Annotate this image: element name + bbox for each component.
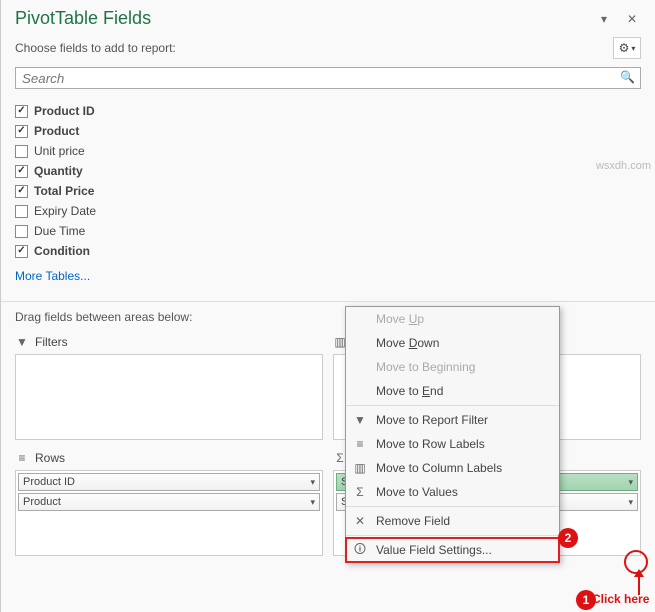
search-input[interactable] bbox=[15, 67, 641, 89]
field-label: Unit price bbox=[34, 144, 85, 158]
checkbox[interactable] bbox=[15, 125, 28, 138]
close-icon[interactable]: ✕ bbox=[623, 10, 641, 28]
menu-move-beginning: Move to Beginning bbox=[346, 355, 559, 379]
field-row[interactable]: Expiry Date bbox=[15, 201, 641, 221]
pill-label: Product bbox=[23, 496, 61, 508]
menu-to-row-labels[interactable]: ≡ Move to Row Labels bbox=[346, 432, 559, 456]
field-row[interactable]: Product ID bbox=[15, 101, 641, 121]
field-label: Quantity bbox=[34, 164, 83, 178]
menu-label: Move Down bbox=[376, 336, 439, 350]
menu-label: Move to Values bbox=[376, 485, 458, 499]
menu-label: Move to Row Labels bbox=[376, 437, 485, 451]
menu-label: Value Field Settings... bbox=[376, 543, 492, 557]
menu-separator bbox=[346, 506, 559, 507]
field-list: Product ID Product Unit price Quantity T… bbox=[1, 95, 655, 263]
field-row[interactable]: Total Price bbox=[15, 181, 641, 201]
context-menu: Move Up Move Down Move to Beginning Move… bbox=[345, 306, 560, 563]
more-tables-link[interactable]: More Tables... bbox=[1, 263, 655, 293]
row-pill[interactable]: Product ID ▾ bbox=[18, 473, 320, 491]
menu-remove-field[interactable]: ✕ Remove Field bbox=[346, 509, 559, 533]
close-icon: ✕ bbox=[352, 514, 368, 528]
checkbox[interactable] bbox=[15, 145, 28, 158]
columns-icon: ▥ bbox=[352, 461, 368, 475]
menu-value-field-settings[interactable]: 🛈 Value Field Settings... bbox=[346, 538, 559, 562]
choose-fields-label: Choose fields to add to report: bbox=[15, 41, 613, 55]
pill-label: Product ID bbox=[23, 476, 75, 488]
area-label: Filters bbox=[35, 335, 68, 349]
field-label: Product ID bbox=[34, 104, 95, 118]
menu-label: Move to Beginning bbox=[376, 360, 475, 374]
menu-label: Move to Column Labels bbox=[376, 461, 502, 475]
field-row[interactable]: Product bbox=[15, 121, 641, 141]
field-row[interactable]: Condition bbox=[15, 241, 641, 261]
chevron-down-icon[interactable]: ▾ bbox=[310, 497, 315, 508]
checkbox[interactable] bbox=[15, 225, 28, 238]
filters-box[interactable] bbox=[15, 354, 323, 440]
field-label: Condition bbox=[34, 244, 90, 258]
checkbox[interactable] bbox=[15, 165, 28, 178]
menu-separator bbox=[346, 405, 559, 406]
chevron-down-icon[interactable]: ▾ bbox=[595, 10, 613, 28]
checkbox[interactable] bbox=[15, 205, 28, 218]
field-label: Expiry Date bbox=[34, 204, 96, 218]
filters-area: ▼ Filters bbox=[15, 330, 323, 440]
annotation-click-here: Click here bbox=[592, 592, 649, 606]
field-label: Product bbox=[34, 124, 79, 138]
annotation-badge-2: 2 bbox=[558, 528, 578, 548]
checkbox[interactable] bbox=[15, 185, 28, 198]
menu-move-end[interactable]: Move to End bbox=[346, 379, 559, 403]
search-icon: 🔍 bbox=[620, 70, 635, 84]
menu-to-report-filter[interactable]: ▼ Move to Report Filter bbox=[346, 408, 559, 432]
rows-area: ≡ Rows Product ID ▾ Product ▾ bbox=[15, 446, 323, 556]
checkbox[interactable] bbox=[15, 245, 28, 258]
rows-icon: ≡ bbox=[15, 451, 29, 465]
field-settings-icon: 🛈 bbox=[352, 540, 368, 561]
row-pill[interactable]: Product ▾ bbox=[18, 493, 320, 511]
filter-icon: ▼ bbox=[15, 335, 29, 349]
field-row[interactable]: Due Time bbox=[15, 221, 641, 241]
menu-to-column-labels[interactable]: ▥ Move to Column Labels bbox=[346, 456, 559, 480]
panel-title: PivotTable Fields bbox=[15, 8, 595, 29]
menu-separator bbox=[346, 535, 559, 536]
menu-move-up: Move Up bbox=[346, 307, 559, 331]
menu-to-values[interactable]: Σ Move to Values bbox=[346, 480, 559, 504]
field-label: Due Time bbox=[34, 224, 85, 238]
chevron-down-icon[interactable]: ▾ bbox=[628, 477, 633, 488]
filter-icon: ▼ bbox=[352, 413, 368, 427]
chevron-down-icon: ▾ bbox=[631, 44, 635, 53]
menu-label: Move to End bbox=[376, 384, 443, 398]
rows-icon: ≡ bbox=[352, 437, 368, 451]
gear-icon: ⚙ bbox=[619, 41, 630, 55]
area-label: Rows bbox=[35, 451, 65, 465]
checkbox[interactable] bbox=[15, 105, 28, 118]
sigma-icon: Σ bbox=[352, 485, 368, 499]
menu-label: Move Up bbox=[376, 312, 424, 326]
field-label: Total Price bbox=[34, 184, 94, 198]
settings-button[interactable]: ⚙ ▾ bbox=[613, 37, 641, 59]
chevron-down-icon[interactable]: ▾ bbox=[310, 477, 315, 488]
field-row[interactable]: Unit price bbox=[15, 141, 641, 161]
chevron-down-icon[interactable]: ▾ bbox=[628, 497, 633, 508]
menu-label: Move to Report Filter bbox=[376, 413, 488, 427]
field-row[interactable]: Quantity bbox=[15, 161, 641, 181]
rows-box[interactable]: Product ID ▾ Product ▾ bbox=[15, 470, 323, 556]
menu-label: Remove Field bbox=[376, 514, 450, 528]
watermark: wsxdh.com bbox=[596, 160, 651, 172]
menu-move-down[interactable]: Move Down bbox=[346, 331, 559, 355]
